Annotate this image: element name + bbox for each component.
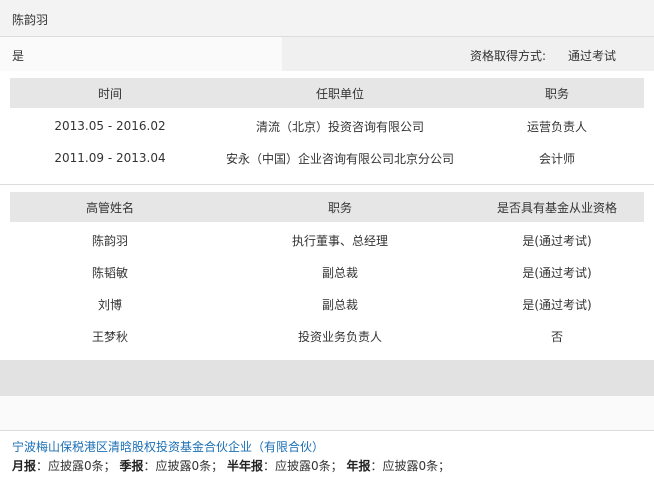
person-name: 陈韵羽 (12, 13, 49, 27)
executives-header-row: 高管姓名 职务 是否具有基金从业资格 (10, 192, 644, 222)
empty-section-row (0, 396, 654, 430)
employment-position: 会计师 (538, 151, 575, 166)
report-text-semiannual: ：应披露0条； (262, 459, 343, 473)
employment-header-company: 任职单位 (315, 86, 364, 101)
employment-time: 2011.09 - 2013.04 (54, 151, 166, 165)
employment-time: 2013.05 - 2016.02 (54, 119, 166, 133)
report-text-quarterly: ：应披露0条； (143, 459, 224, 473)
executive-position: 投资业务负责人 (297, 329, 382, 344)
executive-name: 陈韬敏 (91, 265, 128, 280)
report-label-semiannual: 半年报 (226, 459, 263, 473)
report-label-monthly: 月报 (12, 459, 37, 473)
executive-name: 刘博 (97, 297, 122, 312)
report-text-monthly: ：应披露0条； (36, 459, 116, 473)
executive-row: 王梦秋 投资业务负责人 否 (10, 322, 644, 350)
report-label-quarterly: 季报 (119, 459, 144, 473)
report-label-annual: 年报 (346, 459, 371, 473)
qualification-method-value: 通过考试 (568, 49, 617, 63)
empty-section-band (0, 360, 654, 396)
qualification-method-label: 资格取得方式: (470, 49, 547, 63)
executive-row: 陈韵羽 执行董事、总经理 是(通过考试) (10, 226, 644, 254)
qualification-method-cell: 资格取得方式: 通过考试 (282, 37, 654, 71)
executives-header-name: 高管姓名 (85, 200, 134, 215)
executives-header-qualified: 是否具有基金从业资格 (496, 200, 617, 215)
executives-table: 高管姓名 职务 是否具有基金从业资格 陈韵羽 执行董事、总经理 是(通过考试) … (10, 192, 644, 360)
executive-qualified: 是(通过考试) (522, 233, 592, 248)
executive-position: 执行董事、总经理 (291, 233, 388, 248)
executive-qualified: 是(通过考试) (522, 265, 592, 280)
qualification-row: 是 资格取得方式: 通过考试 (0, 37, 654, 71)
executive-row: 陈韬敏 副总裁 是(通过考试) (10, 258, 644, 286)
person-name-row: 陈韵羽 (0, 0, 654, 36)
divider (0, 430, 654, 431)
employment-header-time: 时间 (97, 86, 122, 101)
employment-row: 2013.05 - 2016.02 清流（北京）投资咨询有限公司 运营负责人 (10, 112, 644, 140)
executive-position: 副总裁 (321, 265, 358, 280)
divider (0, 184, 654, 185)
employment-company: 安永（中国）企业咨询有限公司北京分公司 (225, 151, 454, 166)
executive-qualified: 否 (550, 329, 563, 344)
employment-table: 时间 任职单位 职务 2013.05 - 2016.02 清流（北京）投资咨询有… (10, 78, 644, 184)
executive-position: 副总裁 (321, 297, 358, 312)
executive-qualified: 是(通过考试) (522, 297, 592, 312)
fund-report-summary: 月报：应披露0条； 季报：应披露0条； 半年报：应披露0条； 年报：应披露0条； (12, 457, 450, 474)
employment-header-row: 时间 任职单位 职务 (10, 78, 644, 108)
employment-position: 运营负责人 (526, 119, 587, 134)
executive-name: 王梦秋 (91, 329, 128, 344)
fund-name-link[interactable]: 宁波梅山保税港区清晗股权投资基金合伙企业（有限合伙） (12, 438, 324, 455)
executive-row: 刘博 副总裁 是(通过考试) (10, 290, 644, 318)
employment-company: 清流（北京）投资咨询有限公司 (255, 119, 424, 134)
employment-header-position: 职务 (544, 86, 569, 101)
employment-row: 2011.09 - 2013.04 安永（中国）企业咨询有限公司北京分公司 会计… (10, 144, 644, 172)
executive-name: 陈韵羽 (91, 233, 128, 248)
qualification-value: 是 (12, 49, 25, 63)
executives-header-position: 职务 (327, 200, 352, 215)
report-text-annual: ：应披露0条； (370, 459, 451, 473)
